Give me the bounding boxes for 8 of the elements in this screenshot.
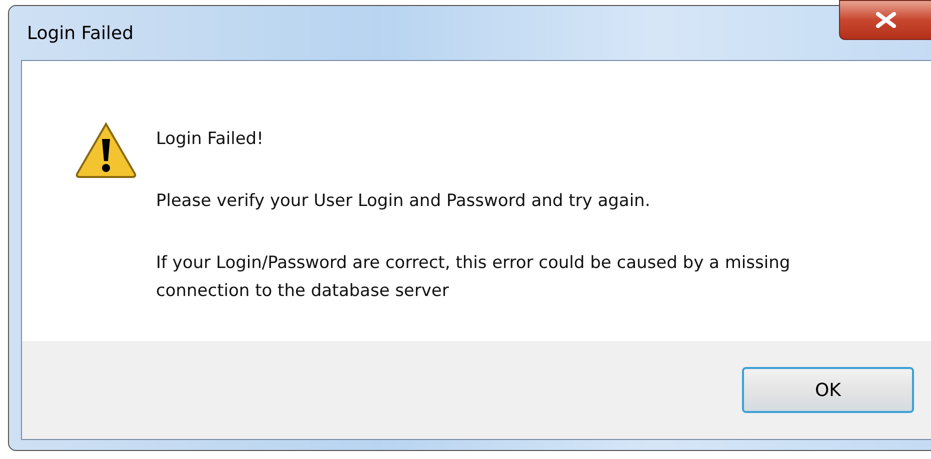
close-icon xyxy=(874,12,896,28)
message-text: Please verify your User Login and Password and try again. xyxy=(156,190,652,213)
ok-button[interactable]: OK xyxy=(742,367,914,413)
warning-icon xyxy=(74,121,138,179)
window-title: Login Failed xyxy=(27,22,134,44)
message-heading: Login Failed! xyxy=(156,128,264,151)
message-text: If your Login/Password are correct, this error could be caused by a missing connection to the database server xyxy=(156,252,792,303)
close-button[interactable] xyxy=(839,0,931,40)
